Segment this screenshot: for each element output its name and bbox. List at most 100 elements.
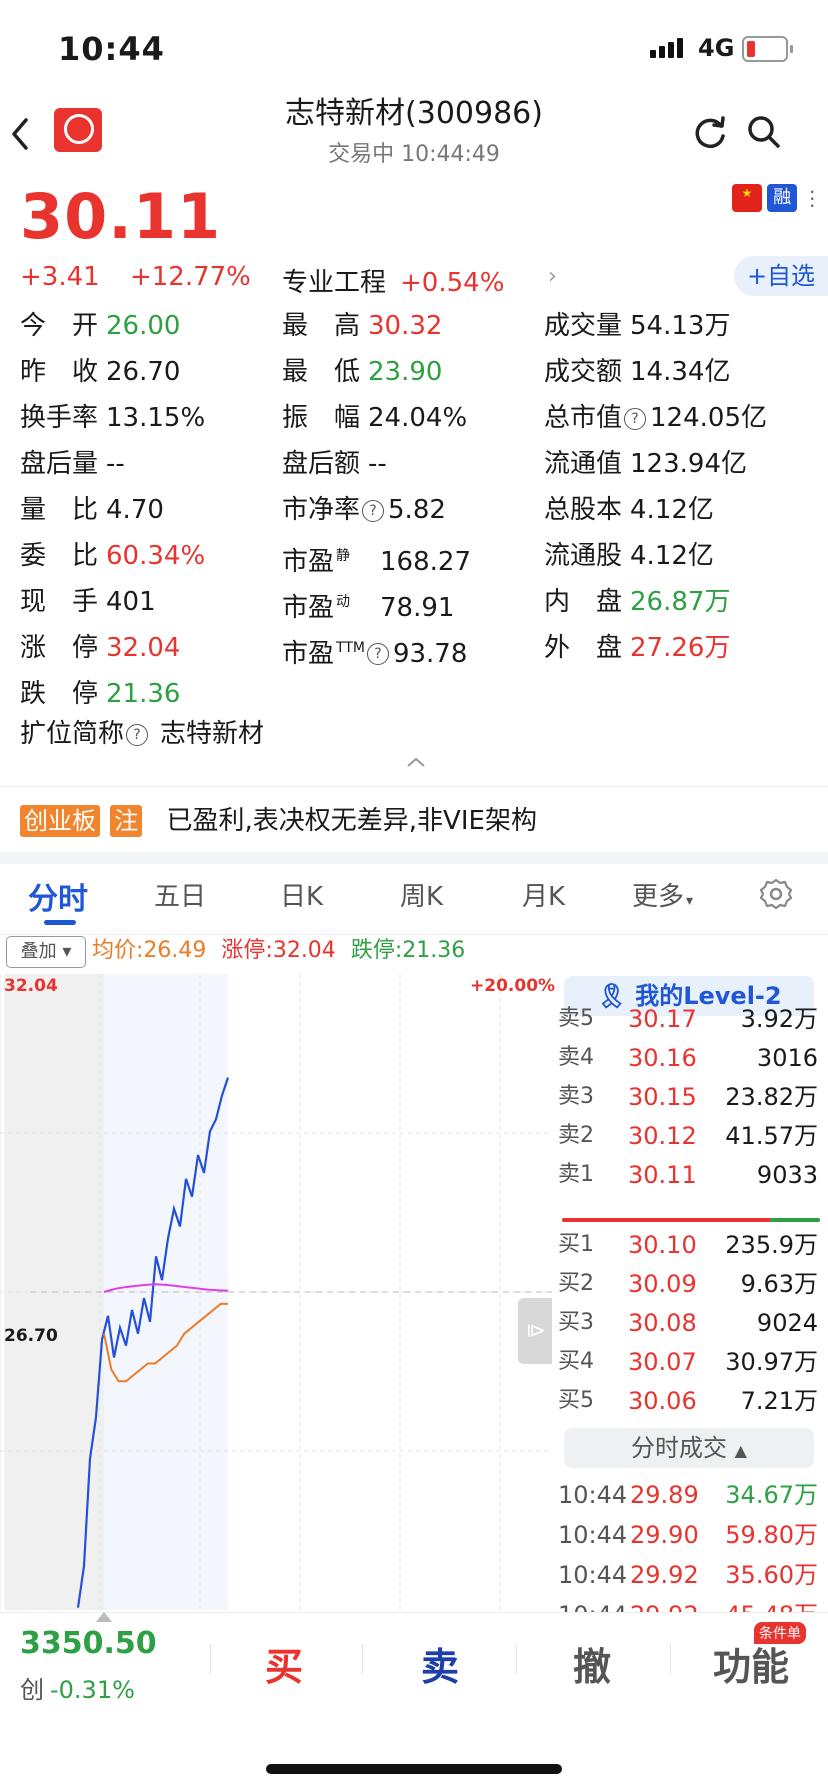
tab-underline: [44, 920, 76, 925]
registration-tag: 注: [110, 804, 143, 837]
quote-label: 外 盘: [544, 633, 623, 663]
help-icon[interactable]: ?: [362, 499, 385, 522]
ask-label: 卖4: [558, 1045, 594, 1070]
cancel-button[interactable]: 撤: [552, 1636, 632, 1691]
divider: [362, 1644, 363, 1674]
sector-link[interactable]: 专业工程 +0.54%: [282, 262, 504, 299]
board-tag: 创业板: [20, 804, 100, 837]
ask-row[interactable]: 卖4 30.16 3016: [558, 1039, 820, 1077]
order-book-ratio-bar: [562, 1218, 820, 1222]
ask-volume: 41.57万: [725, 1122, 818, 1150]
ask-price: 30.11: [628, 1161, 697, 1189]
function-button[interactable]: 功能: [696, 1636, 806, 1691]
back-icon[interactable]: [6, 108, 46, 158]
tick-volume: 35.60万: [725, 1561, 818, 1589]
ticks-toggle-button[interactable]: 分时成交 ▲: [564, 1428, 814, 1468]
quote-label: 最 高: [282, 311, 361, 341]
board-description: 已盈利,表决权无差异,非VIE架构: [166, 805, 537, 836]
quote-label: 市盈: [282, 592, 335, 623]
tab-five-day[interactable]: 五日: [154, 876, 206, 913]
ask-row[interactable]: 卖2 30.12 41.57万: [558, 1117, 820, 1155]
add-watchlist-button[interactable]: +自选: [734, 256, 828, 296]
chart-tabs: 分时 五日 日K 周K 月K 更多 ▾: [0, 864, 828, 935]
bid-volume: 7.21万: [740, 1387, 818, 1415]
quote-item: 今 开 26.00: [20, 306, 180, 346]
overlay-label: 叠加: [20, 941, 57, 962]
bid-row[interactable]: 买1 30.10 235.9万: [558, 1226, 820, 1264]
divider: [210, 1644, 211, 1674]
price-change-pct: +12.77%: [129, 262, 251, 292]
tab-monthly-k[interactable]: 月K: [522, 876, 565, 913]
tick-time: 10:44: [558, 1596, 627, 1612]
quote-item: 市盈动 78.91: [282, 582, 454, 623]
quote-value: 21.36: [106, 679, 181, 709]
more-dots-icon[interactable]: ⋮: [802, 186, 822, 210]
ask-row[interactable]: 卖5 30.17 3.92万: [558, 1000, 820, 1038]
sell-button[interactable]: 卖: [400, 1636, 480, 1691]
bid-label: 买5: [558, 1388, 594, 1413]
quote-item: 市净率? 5.82: [282, 490, 446, 530]
quote-value: --: [106, 449, 125, 479]
tick-volume: 34.67万: [725, 1481, 818, 1509]
tick-row: 10:44 29.92 35.60万: [558, 1556, 820, 1594]
intraday-chart[interactable]: [0, 974, 552, 1610]
bid-row[interactable]: 买2 30.09 9.63万: [558, 1265, 820, 1303]
quote-value: 23.90: [368, 357, 443, 387]
quote-item: 流通股 4.12亿: [544, 536, 714, 576]
ticks-list[interactable]: 10:44 29.89 34.67万 10:44 29.90 59.80万 10:44 29.…: [552, 1476, 828, 1612]
conditional-order-badge[interactable]: 条件单: [754, 1622, 806, 1644]
tab-intraday[interactable]: 分时: [28, 874, 88, 918]
quote-item: 量 比 4.70: [20, 490, 164, 530]
short-name-label: 扩位简称: [20, 719, 125, 749]
ask-label: 卖3: [558, 1084, 594, 1109]
bid-label: 买3: [558, 1310, 594, 1335]
tab-weekly-k[interactable]: 周K: [400, 876, 443, 913]
tick-price: 29.92: [630, 1596, 699, 1612]
help-icon[interactable]: ?: [624, 407, 647, 430]
quote-label: 盘后量: [20, 449, 99, 479]
quote-label: 今 开: [20, 311, 99, 341]
ask-row[interactable]: 卖3 30.15 23.82万: [558, 1078, 820, 1116]
help-icon[interactable]: ?: [126, 723, 149, 746]
avg-price: 均价:26.49: [92, 938, 207, 963]
tick-price: 29.90: [630, 1521, 699, 1549]
caret-up-icon[interactable]: [96, 1612, 112, 1622]
tick-price: 29.89: [630, 1481, 699, 1509]
quote-value: 4.70: [106, 495, 164, 525]
chevron-right-icon[interactable]: ›: [548, 264, 557, 289]
battery-icon: [742, 36, 793, 62]
index-info[interactable]: 创 -0.31%: [20, 1670, 135, 1705]
quote-label: 盘后额: [282, 449, 361, 479]
tab-more[interactable]: 更多 ▾: [632, 876, 693, 913]
bid-label: 买2: [558, 1271, 594, 1296]
bid-row[interactable]: 买3 30.08 9024: [558, 1304, 820, 1342]
bid-row[interactable]: 买4 30.07 30.97万: [558, 1343, 820, 1381]
tick-row: 10:4429.92 45.48万: [558, 1596, 820, 1612]
refresh-icon[interactable]: [690, 112, 730, 152]
ask-price: 30.17: [628, 1005, 697, 1033]
ask-row[interactable]: 卖1 30.11 9033: [558, 1156, 820, 1194]
bid-price: 30.07: [628, 1348, 697, 1376]
help-icon[interactable]: ?: [366, 643, 389, 666]
quote-value: 30.32: [368, 311, 443, 341]
buy-button[interactable]: 买: [244, 1636, 324, 1691]
bid-volume: 235.9万: [725, 1231, 818, 1259]
status-time: 10:44: [58, 30, 165, 68]
search-icon[interactable]: [744, 112, 784, 152]
chevron-up-icon[interactable]: [404, 754, 428, 768]
index-value[interactable]: 3350.50: [20, 1626, 157, 1661]
tick-volume: 59.80万: [725, 1521, 818, 1549]
overlay-dropdown[interactable]: 叠加 ▾: [6, 936, 86, 968]
quote-item: 委 比 60.34%: [20, 536, 205, 576]
gear-icon[interactable]: [758, 876, 794, 912]
tab-daily-k[interactable]: 日K: [280, 876, 323, 913]
home-indicator[interactable]: [266, 1764, 562, 1774]
quote-value: 123.94亿: [630, 449, 747, 479]
index-name: 创: [20, 1676, 44, 1704]
stock-badges: ★ 融 ⋮: [732, 184, 822, 212]
quote-item: 成交额 14.34亿: [544, 352, 730, 392]
bid-row[interactable]: 买5 30.06 7.21万: [558, 1382, 820, 1420]
trade-status: 交易中 10:44:49: [328, 142, 500, 167]
board-info[interactable]: 创业板 注 已盈利,表决权无差异,非VIE架构: [20, 800, 537, 840]
panel-toggle-button[interactable]: ⧐: [518, 1298, 552, 1364]
